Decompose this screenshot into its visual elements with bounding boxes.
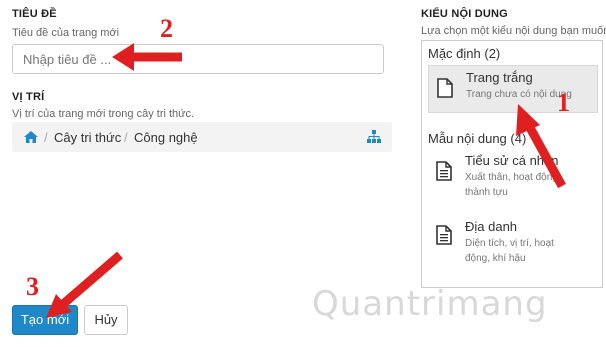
annotation-arrow-2 bbox=[112, 43, 182, 71]
annotation-arrow-3 bbox=[46, 251, 123, 318]
annotation-number-3: 3 bbox=[26, 272, 39, 301]
annotation-number-2: 2 bbox=[160, 14, 173, 43]
annotation-number-1: 1 bbox=[557, 88, 570, 117]
annotation-arrow-1 bbox=[516, 104, 566, 189]
annotation-arrows bbox=[46, 43, 566, 318]
